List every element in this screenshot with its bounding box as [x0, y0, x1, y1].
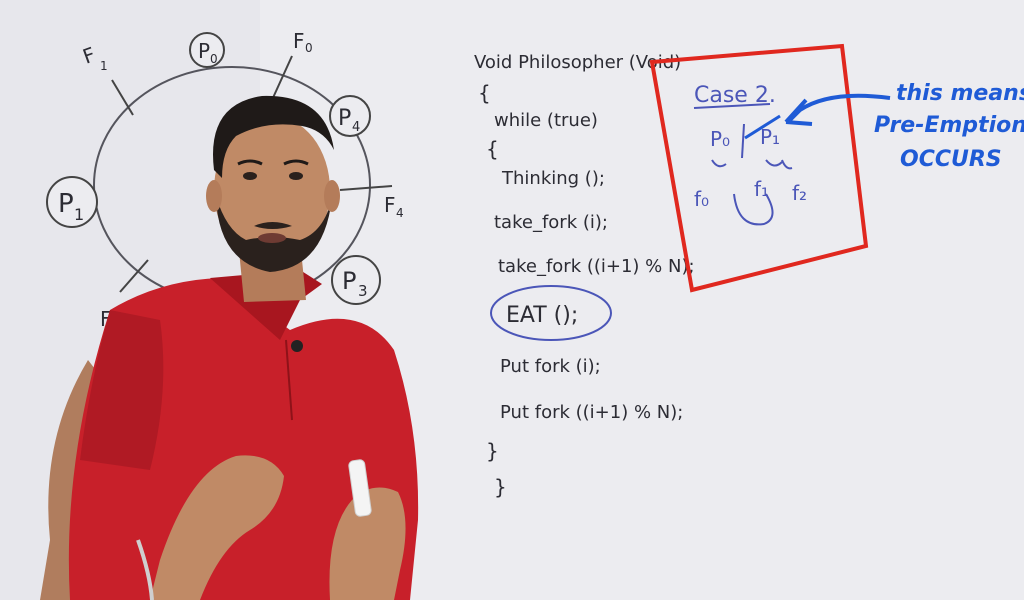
case-p0: P₀	[710, 127, 730, 151]
code-line-10: Put fork ((i+1) % N);	[500, 402, 683, 423]
code-line-6: take_fork (i);	[494, 212, 608, 233]
philosopher-p3-sub: 3	[358, 282, 368, 300]
fork-f0-label: F	[293, 29, 305, 53]
case-p1: P₁	[760, 125, 780, 149]
philosopher-p0-label: P	[198, 39, 210, 63]
lecture-scene: P 0 P 4 P 1 P 3 F 1 F 0 F 4 F 2 Void Phi…	[0, 0, 1024, 600]
code-line-9: Put fork (i);	[500, 356, 601, 377]
left-eye	[243, 172, 257, 180]
code-line-5: Thinking ();	[501, 168, 605, 189]
code-line-12: }	[494, 475, 507, 499]
fork-f1-sub: 1	[100, 59, 108, 73]
fork-f4-label: F	[384, 193, 396, 217]
code-line-4: {	[486, 137, 499, 161]
philosopher-p4-label: P	[338, 106, 351, 131]
fork-f0-sub: 0	[305, 41, 313, 55]
lapel-mic	[291, 340, 303, 352]
case-f0: f₀	[694, 187, 709, 211]
case-f2: f₂	[792, 181, 807, 205]
philosopher-p0-sub: 0	[210, 52, 218, 66]
philosopher-p4-sub: 4	[352, 120, 360, 135]
code-line-8: EAT ();	[506, 303, 578, 328]
code-line-3: while (true)	[494, 110, 598, 131]
philosopher-p3-label: P	[342, 267, 356, 295]
mouth	[258, 233, 286, 243]
annotation-line-1: this means	[896, 81, 1024, 106]
code-line-11: }	[486, 439, 499, 463]
right-ear	[324, 180, 340, 212]
left-ear	[206, 180, 222, 212]
fork-f4-sub: 4	[396, 206, 404, 220]
code-line-2: {	[478, 81, 491, 105]
annotation-line-3: OCCURS	[900, 147, 1002, 172]
right-eye	[289, 172, 303, 180]
annotation-line-2: Pre-Emption	[874, 113, 1024, 138]
philosopher-p1-sub: 1	[74, 205, 84, 224]
philosopher-p1-label: P	[58, 189, 74, 219]
code-line-7: take_fork ((i+1) % N);	[498, 256, 695, 277]
